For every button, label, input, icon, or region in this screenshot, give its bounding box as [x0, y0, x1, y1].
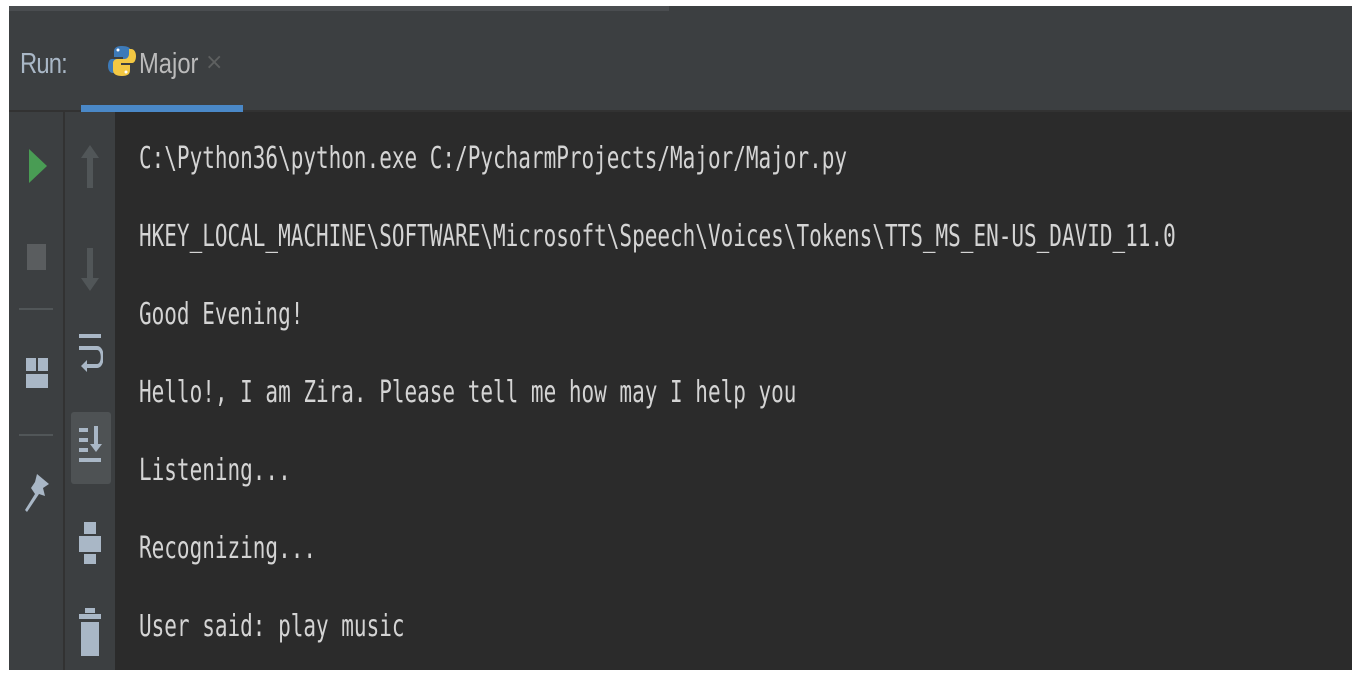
tab-label: Major: [139, 48, 199, 80]
layout-icon[interactable]: [25, 356, 49, 390]
toolbar-divider: [19, 434, 53, 436]
stop-icon[interactable]: [26, 242, 48, 272]
tab-active-indicator: [81, 105, 243, 112]
console-line: HKEY_LOCAL_MACHINE\SOFTWARE\Microsoft\Sp…: [139, 219, 1176, 254]
editor-edge: [9, 6, 669, 11]
soft-wrap-icon[interactable]: [77, 330, 103, 382]
run-tool-window-header: Run: Major ×: [9, 6, 1352, 112]
console-line: C:\Python36\python.exe C:/PycharmProject…: [139, 141, 848, 176]
python-icon: [108, 46, 136, 76]
run-icon[interactable]: [27, 146, 49, 186]
arrow-up-icon[interactable]: [79, 142, 101, 192]
console-output[interactable]: C:\Python36\python.exe C:/PycharmProject…: [139, 124, 1352, 670]
trash-icon[interactable]: [78, 606, 102, 660]
console-line: Listening...: [139, 453, 291, 488]
arrow-down-icon[interactable]: [79, 244, 101, 294]
run-label: Run:: [20, 48, 68, 80]
console-line: Good Evening!: [139, 297, 304, 332]
close-icon[interactable]: ×: [205, 50, 223, 75]
run-tool-window: Run: Major × C:\Python36\python.exe C:/P…: [9, 6, 1352, 670]
toolbar-divider: [19, 308, 53, 310]
print-icon[interactable]: [77, 520, 103, 570]
right-toolbar: [65, 112, 115, 670]
scroll-to-end-icon[interactable]: [77, 422, 103, 474]
console-line: Hello!, I am Zira. Please tell me how ma…: [139, 375, 797, 410]
left-toolbar: [9, 112, 63, 670]
pin-icon[interactable]: [23, 472, 51, 516]
console-line: Recognizing...: [139, 531, 317, 566]
console-line: User said: play music: [139, 609, 405, 644]
tab-major[interactable]: Major ×: [81, 32, 243, 112]
